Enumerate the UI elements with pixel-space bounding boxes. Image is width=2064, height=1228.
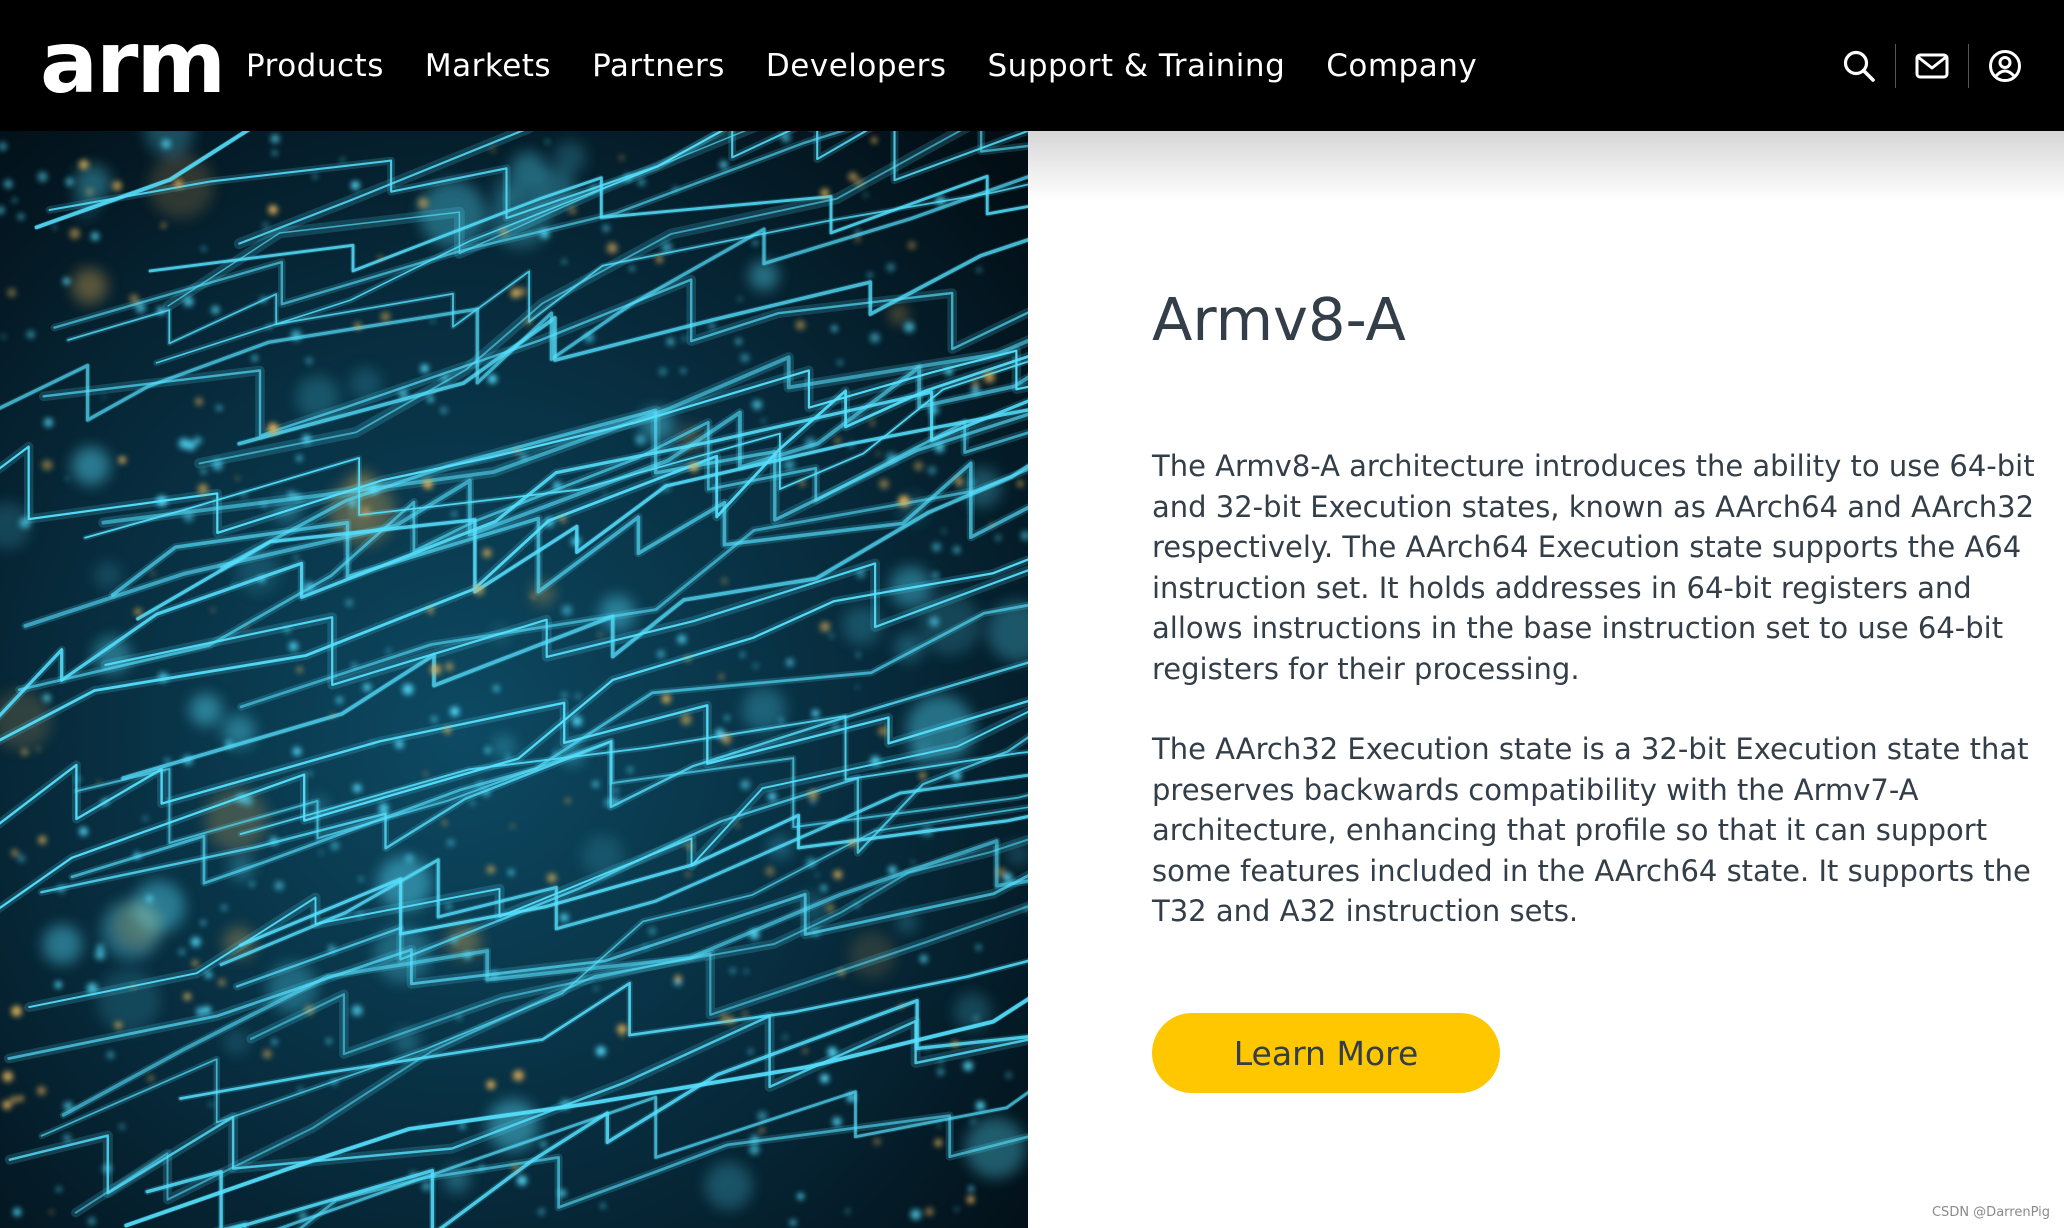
mail-icon[interactable] [1913, 47, 1951, 85]
nav-link-products[interactable]: Products [246, 48, 384, 84]
nav-link-developers[interactable]: Developers [766, 48, 947, 84]
nav-utility-icons [1840, 0, 2024, 131]
top-navigation-bar: arm Products Markets Partners Developers… [0, 0, 2064, 131]
intro-paragraph: The Armv8-A architecture introduces the … [1152, 449, 2035, 686]
aarch32-paragraph: The AArch32 Execution state is a 32-bit … [1152, 732, 2031, 928]
nav-link-partners[interactable]: Partners [592, 48, 725, 84]
circuit-board-illustration [0, 131, 1028, 1228]
main-nav: Products Markets Partners Developers Sup… [246, 0, 1518, 131]
nav-link-markets[interactable]: Markets [425, 48, 551, 84]
nav-divider [1895, 43, 1896, 88]
nav-divider [1968, 43, 1969, 88]
arm-logo[interactable]: arm [40, 10, 226, 115]
nav-link-support-training[interactable]: Support & Training [988, 48, 1286, 84]
page-title: Armv8-A [1152, 285, 1406, 354]
learn-more-button[interactable]: Learn More [1152, 1013, 1500, 1093]
nav-link-company[interactable]: Company [1326, 48, 1477, 84]
watermark: CSDN @DarrenPig [1931, 1205, 2050, 1220]
account-icon[interactable] [1986, 47, 2024, 85]
search-icon[interactable] [1840, 47, 1878, 85]
content-top-shadow [1028, 131, 2064, 201]
content-panel: Armv8-A The Armv8-A architecture introdu… [1152, 270, 2042, 932]
hero-circuit-image [0, 131, 1028, 1228]
